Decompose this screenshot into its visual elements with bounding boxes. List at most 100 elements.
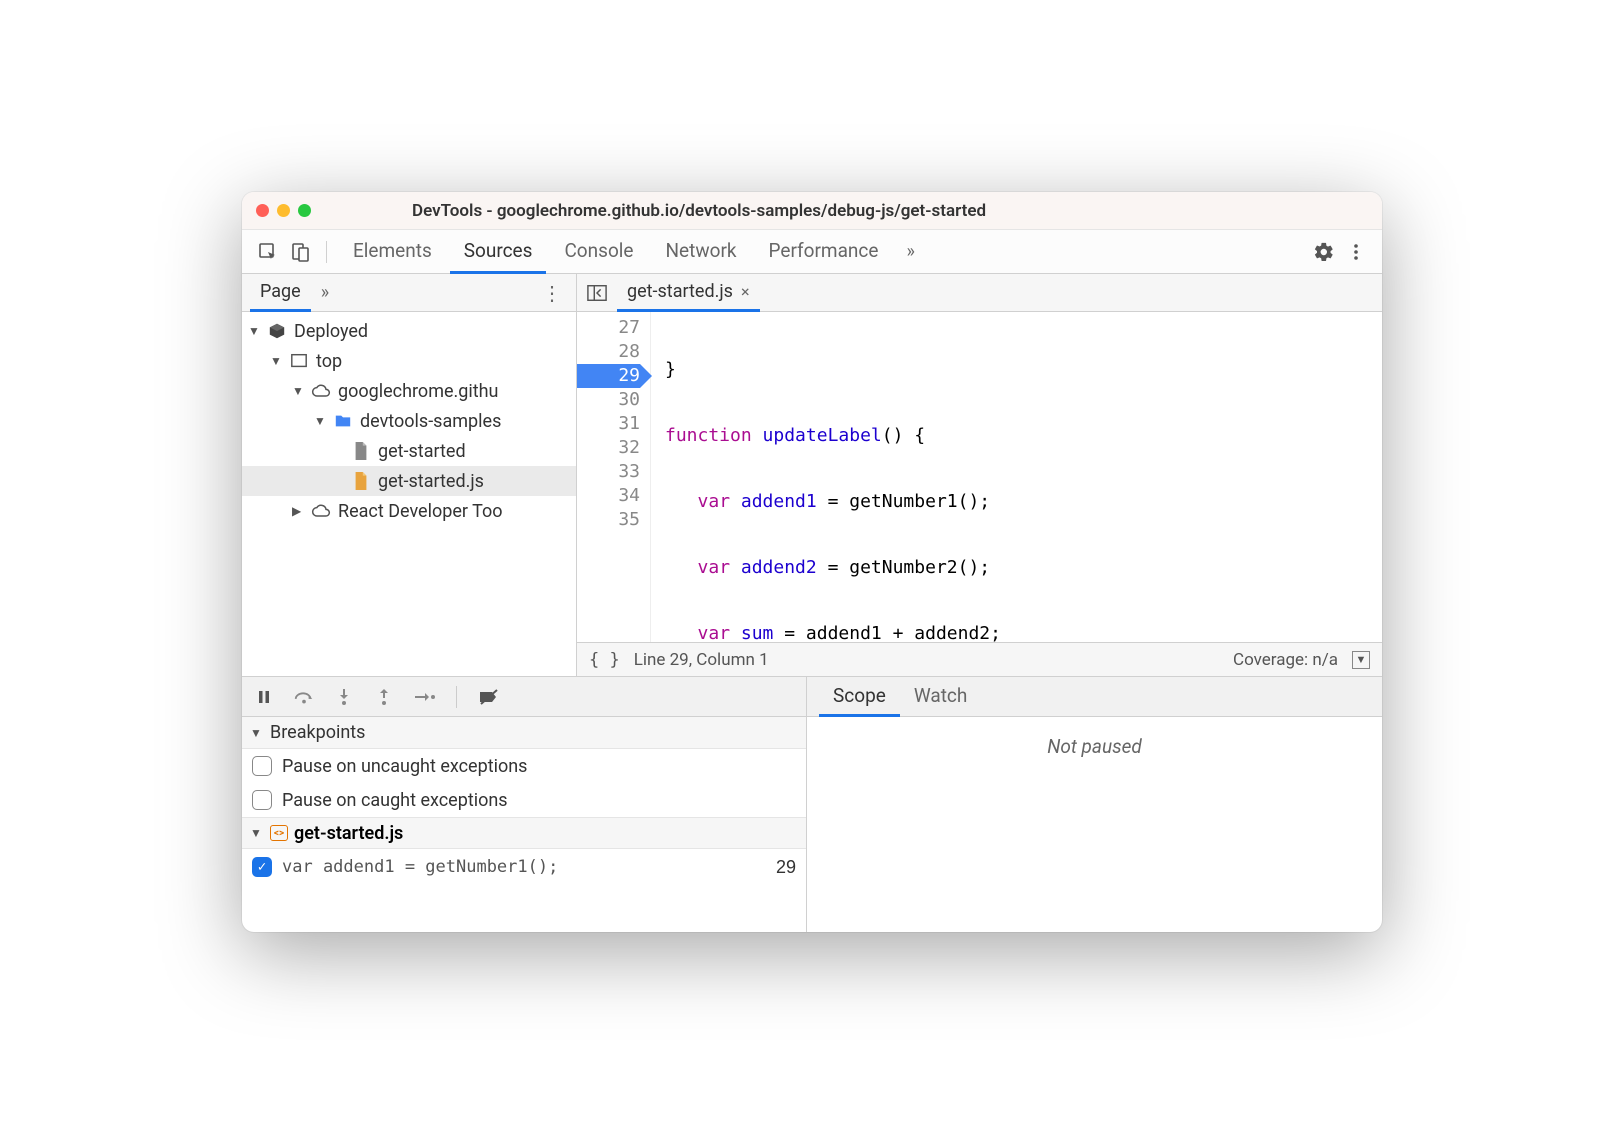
titlebar: DevTools - googlechrome.github.io/devtoo… bbox=[242, 192, 1382, 230]
page-tab[interactable]: Page bbox=[250, 274, 311, 312]
separator bbox=[456, 686, 457, 708]
tab-performance[interactable]: Performance bbox=[755, 230, 893, 274]
line-number[interactable]: 33 bbox=[577, 460, 640, 484]
script-icon bbox=[350, 470, 372, 492]
tree-deployed[interactable]: Deployed bbox=[242, 316, 576, 346]
minimize-window-button[interactable] bbox=[277, 204, 290, 217]
editor-tab-bar: get-started.js × bbox=[577, 274, 1382, 312]
frame-icon bbox=[288, 350, 310, 372]
script-badge-icon: <> bbox=[270, 825, 288, 841]
line-number[interactable]: 32 bbox=[577, 436, 640, 460]
cloud-icon bbox=[310, 380, 332, 402]
line-number[interactable]: 31 bbox=[577, 412, 640, 436]
line-number[interactable]: 30 bbox=[577, 388, 640, 412]
breakpoints-header[interactable]: Breakpoints bbox=[242, 717, 806, 749]
device-toolbar-icon[interactable] bbox=[286, 238, 314, 266]
breakpoint-code: var addend1 = getNumber1(); bbox=[282, 857, 558, 877]
cursor-position: Line 29, Column 1 bbox=[634, 650, 769, 670]
more-menu-icon[interactable] bbox=[1342, 238, 1370, 266]
file-tree: Deployed top googlechrome.githu devtools… bbox=[242, 312, 576, 530]
line-number[interactable]: 34 bbox=[577, 484, 640, 508]
step-out-icon[interactable] bbox=[372, 685, 396, 709]
debugger-right: Scope Watch Not paused bbox=[807, 677, 1382, 932]
pretty-print-icon[interactable]: { } bbox=[589, 650, 620, 670]
step-over-icon[interactable] bbox=[292, 685, 316, 709]
inspect-element-icon[interactable] bbox=[254, 238, 282, 266]
expand-icon bbox=[248, 324, 262, 338]
editor-tab-label: get-started.js bbox=[627, 281, 733, 302]
navigator-overflow-icon[interactable]: » bbox=[311, 282, 339, 303]
line-number[interactable]: 28 bbox=[577, 340, 640, 364]
scope-watch-tabs: Scope Watch bbox=[807, 677, 1382, 717]
checkbox-checked[interactable]: ✓ bbox=[252, 857, 272, 877]
tree-domain[interactable]: googlechrome.githu bbox=[242, 376, 576, 406]
editor-tab-file[interactable]: get-started.js × bbox=[617, 274, 760, 312]
scope-tab[interactable]: Scope bbox=[819, 677, 900, 717]
tree-label: get-started.js bbox=[378, 471, 484, 492]
statusbar-menu-icon[interactable]: ▼ bbox=[1352, 651, 1370, 669]
expand-icon bbox=[314, 414, 328, 428]
breakpoint-line-number: 29 bbox=[776, 857, 796, 878]
tree-label: Deployed bbox=[294, 321, 368, 342]
cloud-icon bbox=[310, 500, 332, 522]
code-editor: get-started.js × 27 28 29 30 31 32 33 34… bbox=[577, 274, 1382, 676]
navigator-more-icon[interactable]: ⋮ bbox=[536, 281, 568, 305]
checkbox-label: Pause on uncaught exceptions bbox=[282, 756, 527, 777]
separator bbox=[326, 241, 327, 263]
tree-react-devtools[interactable]: React Developer Too bbox=[242, 496, 576, 526]
expand-icon bbox=[292, 384, 306, 398]
section-title: Breakpoints bbox=[270, 722, 365, 743]
navigator-tabs: Page » ⋮ bbox=[242, 274, 576, 312]
expand-icon bbox=[292, 504, 306, 518]
checkbox-label: Pause on caught exceptions bbox=[282, 790, 508, 811]
traffic-lights bbox=[256, 204, 311, 217]
tree-label: top bbox=[316, 351, 342, 372]
breakpoint-file-header[interactable]: <> get-started.js bbox=[242, 817, 806, 849]
tab-elements[interactable]: Elements bbox=[339, 230, 446, 274]
debugger-toolbar bbox=[242, 677, 806, 717]
tree-file-js[interactable]: get-started.js bbox=[242, 466, 576, 496]
expand-icon bbox=[250, 826, 264, 840]
tree-folder[interactable]: devtools-samples bbox=[242, 406, 576, 436]
pause-icon[interactable] bbox=[252, 685, 276, 709]
close-window-button[interactable] bbox=[256, 204, 269, 217]
line-number-breakpoint[interactable]: 29 bbox=[577, 364, 640, 388]
code-area[interactable]: 27 28 29 30 31 32 33 34 35 } function up… bbox=[577, 312, 1382, 642]
folder-icon bbox=[332, 410, 354, 432]
toggle-navigator-icon[interactable] bbox=[583, 279, 611, 307]
step-icon[interactable] bbox=[412, 685, 436, 709]
line-gutter[interactable]: 27 28 29 30 31 32 33 34 35 bbox=[577, 312, 651, 642]
navigator-sidebar: Page » ⋮ Deployed top googlec bbox=[242, 274, 577, 676]
deactivate-breakpoints-icon[interactable] bbox=[477, 685, 501, 709]
checkbox-unchecked[interactable] bbox=[252, 790, 272, 810]
tab-sources[interactable]: Sources bbox=[450, 230, 547, 274]
step-into-icon[interactable] bbox=[332, 685, 356, 709]
debugger-left: Breakpoints Pause on uncaught exceptions… bbox=[242, 677, 807, 932]
code-content[interactable]: } function updateLabel() { var addend1 =… bbox=[651, 312, 1382, 642]
pause-uncaught-row[interactable]: Pause on uncaught exceptions bbox=[242, 749, 806, 783]
pause-caught-row[interactable]: Pause on caught exceptions bbox=[242, 783, 806, 817]
cube-icon bbox=[266, 320, 288, 342]
checkbox-unchecked[interactable] bbox=[252, 756, 272, 776]
zoom-window-button[interactable] bbox=[298, 204, 311, 217]
line-number[interactable]: 35 bbox=[577, 508, 640, 532]
expand-icon bbox=[270, 354, 284, 368]
tree-top[interactable]: top bbox=[242, 346, 576, 376]
document-icon bbox=[350, 440, 372, 462]
tab-console[interactable]: Console bbox=[550, 230, 647, 274]
settings-gear-icon[interactable] bbox=[1310, 238, 1338, 266]
window-title: DevTools - googlechrome.github.io/devtoo… bbox=[412, 201, 1368, 221]
tree-label: devtools-samples bbox=[360, 411, 501, 432]
close-tab-icon[interactable]: × bbox=[741, 282, 750, 301]
coverage-status: Coverage: n/a bbox=[1233, 650, 1338, 670]
breakpoint-entry[interactable]: ✓ var addend1 = getNumber1(); 29 bbox=[242, 849, 806, 885]
tab-network[interactable]: Network bbox=[651, 230, 750, 274]
debugger-pane: Breakpoints Pause on uncaught exceptions… bbox=[242, 677, 1382, 932]
line-number[interactable]: 27 bbox=[577, 316, 640, 340]
watch-tab[interactable]: Watch bbox=[900, 677, 982, 717]
expand-icon bbox=[250, 726, 264, 740]
tree-file-html[interactable]: get-started bbox=[242, 436, 576, 466]
tree-label: googlechrome.githu bbox=[338, 381, 498, 402]
tabs-overflow-icon[interactable]: » bbox=[896, 241, 924, 262]
breakpoint-file-label: get-started.js bbox=[294, 823, 403, 844]
